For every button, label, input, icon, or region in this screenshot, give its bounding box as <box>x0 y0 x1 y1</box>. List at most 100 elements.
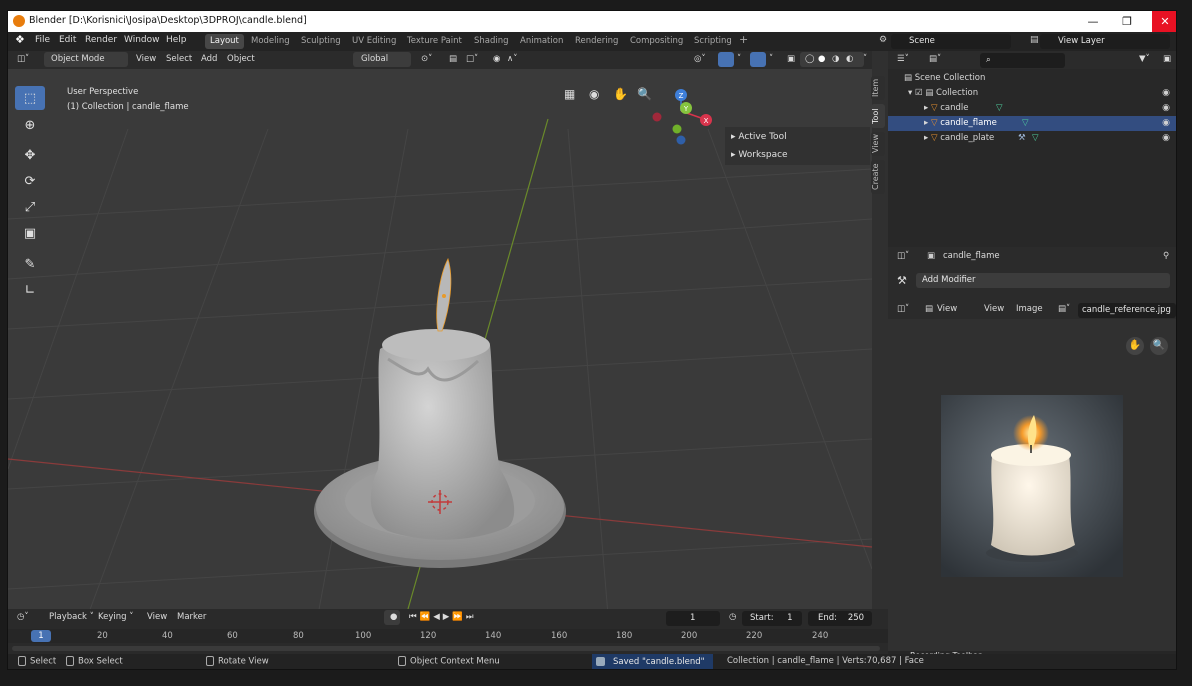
start-frame-field[interactable]: Start: 1 <box>742 611 802 626</box>
tab-layout[interactable]: Layout <box>205 34 244 49</box>
snap-icon[interactable]: ▤ <box>446 52 460 67</box>
end-frame-field[interactable]: End: 250 <box>808 611 872 626</box>
falloff-icon[interactable]: ∧˅ <box>504 52 520 67</box>
tab-modeling[interactable]: Modeling <box>246 34 295 49</box>
menu-window[interactable]: Window <box>124 35 160 45</box>
viewport-menu-object[interactable]: Object <box>224 52 258 67</box>
image-menu-view[interactable]: View <box>981 302 1007 317</box>
properties-editor-icon[interactable]: ◫˅ <box>894 249 912 264</box>
outliner-editor-icon[interactable]: ☰˅ <box>894 52 912 67</box>
eye-icon[interactable]: ◉ <box>1162 116 1170 131</box>
tab-sculpting[interactable]: Sculpting <box>296 34 346 49</box>
viewport-menu-add[interactable]: Add <box>198 52 220 67</box>
rotate-tool[interactable]: ⟳ <box>15 169 45 193</box>
transform-tool[interactable]: ▣ <box>15 221 45 245</box>
outliner-collection[interactable]: ▾ ☑ ▤ Collection ◉ <box>888 86 1176 101</box>
expand-icon[interactable]: ▸ <box>924 133 928 143</box>
outliner-scene-collection[interactable]: ▤ Scene Collection <box>888 71 1176 86</box>
sidebar-tab-create[interactable]: Create <box>871 160 885 194</box>
menu-render[interactable]: Render <box>85 35 117 45</box>
outliner-object-candle-flame[interactable]: ▸ ▽ candle_flame ▽ ◉ <box>888 116 1176 131</box>
menu-help[interactable]: Help <box>166 35 187 45</box>
pan-hand-icon[interactable]: ✋ <box>613 87 628 101</box>
menu-file[interactable]: File <box>35 35 50 45</box>
expand-icon[interactable]: ▸ <box>924 103 928 113</box>
tab-animation[interactable]: Animation <box>515 34 568 49</box>
view-layer-field[interactable]: View Layer <box>1040 34 1170 49</box>
proportional-edit-icon[interactable]: ◉ <box>490 52 503 67</box>
outliner-object-candle-plate[interactable]: ▸ ▽ candle_plate ⚒ ▽ ◉ <box>888 131 1176 146</box>
scene-icon[interactable]: ⚙ <box>879 35 887 45</box>
3d-viewport[interactable]: User Perspective (1) Collection | candle… <box>8 69 872 615</box>
measure-tool[interactable]: ∟ <box>15 278 45 302</box>
editor-type-icon[interactable]: ◫˅ <box>14 52 32 67</box>
mesh-data-icon[interactable]: ▽ <box>1032 131 1039 146</box>
panel-workspace[interactable]: ▸ Workspace <box>731 150 788 160</box>
overlay-toggle-icon[interactable] <box>750 52 766 67</box>
checkbox-icon[interactable]: ☑ <box>915 88 923 98</box>
overlay-dropdown-icon[interactable]: ˅ <box>766 52 776 67</box>
expand-icon[interactable]: ▸ <box>924 118 928 128</box>
annotate-tool[interactable]: ✎ <box>15 252 45 276</box>
add-workspace-icon[interactable]: + <box>739 33 748 46</box>
minimize-button[interactable]: — <box>1076 11 1110 32</box>
playhead[interactable]: 1 <box>31 630 51 642</box>
toggle-camera-icon[interactable]: ◉ <box>589 87 599 101</box>
mesh-data-icon[interactable]: ▽ <box>1022 116 1029 131</box>
outliner-search-input[interactable]: ⌕ <box>980 53 1065 68</box>
xray-icon[interactable]: ▣ <box>784 52 798 67</box>
scene-field[interactable]: Scene <box>891 34 1011 49</box>
pivot-icon[interactable]: ⊙˅ <box>418 52 435 67</box>
select-box-tool[interactable]: ⬚ <box>15 86 45 110</box>
rendered-shading-icon[interactable]: ◐ <box>843 52 856 67</box>
clock-icon[interactable]: ◷ <box>726 610 739 625</box>
expand-icon[interactable]: ▾ <box>908 88 912 98</box>
timeline-ruler[interactable]: 1 20 40 60 80 100 120 140 160 180 200 22… <box>8 629 888 643</box>
filter-icon[interactable]: ▼˅ <box>1136 52 1153 67</box>
tab-scripting[interactable]: Scripting <box>689 34 737 49</box>
tab-uv-editing[interactable]: UV Editing <box>347 34 401 49</box>
image-menu-image[interactable]: Image <box>1013 302 1046 317</box>
eye-icon[interactable]: ◉ <box>1162 86 1170 101</box>
tab-shading[interactable]: Shading <box>469 34 514 49</box>
image-editor-type-icon[interactable]: ◫˅ <box>894 302 912 317</box>
camera-view-icon[interactable]: ▦ <box>564 87 575 101</box>
tab-compositing[interactable]: Compositing <box>625 34 688 49</box>
current-frame-field[interactable]: 1 <box>666 611 720 626</box>
solid-shading-icon[interactable]: ● <box>815 52 828 67</box>
image-name-field[interactable]: candle_reference.jpg <box>1078 303 1176 318</box>
modifier-wrench-icon[interactable]: ⚒ <box>1018 131 1026 146</box>
timeline-menu-view[interactable]: View <box>144 610 170 625</box>
scale-tool[interactable]: ⤢ <box>15 195 45 219</box>
timeline-menu-playback[interactable]: Playback ˅ <box>46 610 97 625</box>
sidebar-tab-item[interactable]: Item <box>871 76 885 100</box>
timeline-menu-keying[interactable]: Keying ˅ <box>95 610 137 625</box>
tab-texture-paint[interactable]: Texture Paint <box>402 34 467 49</box>
image-browse-icon[interactable]: ▤˅ <box>1055 302 1073 317</box>
pan-hand-icon[interactable]: ✋ <box>1126 337 1144 355</box>
eye-icon[interactable]: ◉ <box>1162 101 1170 116</box>
blender-menu-icon[interactable]: ❖ <box>15 33 25 46</box>
view-layer-icon[interactable]: ▤ <box>1030 35 1039 45</box>
sidebar-tab-view[interactable]: View <box>871 132 885 156</box>
navigation-gizmo[interactable]: Z X Y <box>648 83 718 149</box>
pin-icon[interactable]: ⚲ <box>1160 249 1172 264</box>
view-mode-select[interactable]: View <box>934 302 960 317</box>
add-modifier-button[interactable]: Add Modifier <box>916 273 1170 288</box>
eye-icon[interactable]: ◉ <box>1162 131 1170 146</box>
snap-target-icon[interactable]: □˅ <box>463 52 481 67</box>
new-collection-icon[interactable]: ▣ <box>1160 52 1174 67</box>
maximize-button[interactable]: ❐ <box>1110 11 1144 32</box>
modifier-tab-icon[interactable]: ⚒ <box>894 273 910 288</box>
candle[interactable] <box>370 334 515 540</box>
timeline-menu-marker[interactable]: Marker <box>174 610 209 625</box>
gizmo-toggle-icon[interactable] <box>718 52 734 67</box>
display-mode-icon[interactable]: ▤˅ <box>926 52 944 67</box>
panel-active-tool[interactable]: ▸ Active Tool <box>731 132 787 142</box>
cursor-tool[interactable]: ⊕ <box>15 113 45 137</box>
playback-controls[interactable]: ⏮⏪◀▶⏩⏭ <box>406 610 480 625</box>
menu-edit[interactable]: Edit <box>59 35 76 45</box>
mesh-data-icon[interactable]: ▽ <box>996 101 1003 116</box>
viewport-menu-view[interactable]: View <box>133 52 159 67</box>
zoom-icon[interactable]: 🔍 <box>1150 337 1168 355</box>
